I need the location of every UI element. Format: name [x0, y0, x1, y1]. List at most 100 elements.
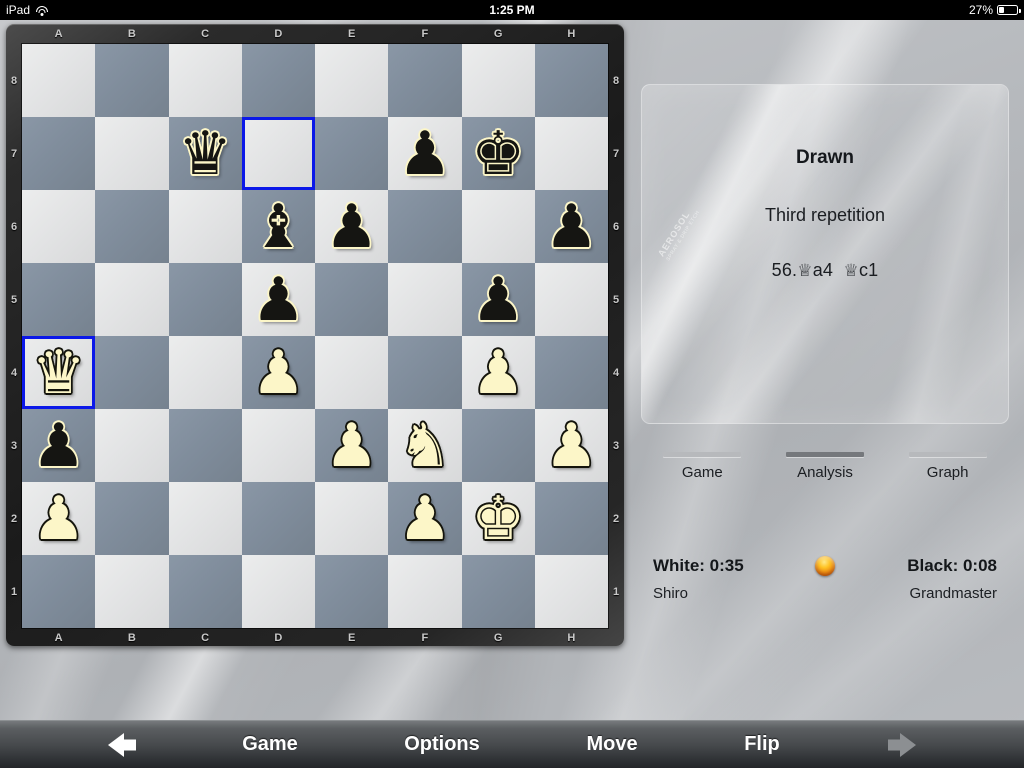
- toolbar-button-game[interactable]: Game: [200, 733, 340, 756]
- board-square-e5[interactable]: [315, 263, 389, 336]
- tab-analysis[interactable]: Analysis: [764, 452, 887, 492]
- board-square-c7[interactable]: ♛: [168, 117, 242, 190]
- board-square-g7[interactable]: ♚: [461, 117, 535, 190]
- board-square-a7[interactable]: [22, 117, 96, 190]
- board-square-b3[interactable]: [95, 409, 169, 482]
- board-square-d5[interactable]: ♟: [241, 263, 315, 336]
- piece-white-queen-a4[interactable]: ♛: [22, 336, 95, 409]
- board-square-e4[interactable]: [315, 336, 389, 409]
- board-square-a1[interactable]: [22, 555, 96, 628]
- board-square-a3[interactable]: ♟: [22, 409, 96, 482]
- board-square-a2[interactable]: ♟: [22, 482, 96, 555]
- board-square-c4[interactable]: [168, 336, 242, 409]
- board-square-e8[interactable]: [315, 44, 389, 117]
- board-square-c1[interactable]: [168, 555, 242, 628]
- piece-black-pawn-d5[interactable]: ♟: [242, 263, 315, 336]
- board-square-h7[interactable]: [534, 117, 608, 190]
- board-square-e3[interactable]: ♟: [315, 409, 389, 482]
- rank-label-5: 5: [10, 293, 18, 306]
- board-square-d8[interactable]: [241, 44, 315, 117]
- piece-black-pawn-e6[interactable]: ♟: [315, 190, 388, 263]
- board-square-h8[interactable]: [534, 44, 608, 117]
- board-square-a8[interactable]: [22, 44, 96, 117]
- panel-tabs[interactable]: Game Analysis Graph: [641, 452, 1009, 492]
- board-square-b2[interactable]: [95, 482, 169, 555]
- board-square-d6[interactable]: ♝: [241, 190, 315, 263]
- board-square-h1[interactable]: [534, 555, 608, 628]
- board-square-h2[interactable]: [534, 482, 608, 555]
- board-square-b8[interactable]: [95, 44, 169, 117]
- piece-white-knight-f3[interactable]: ♞: [388, 409, 461, 482]
- board-square-g6[interactable]: [461, 190, 535, 263]
- board-square-e6[interactable]: ♟: [315, 190, 389, 263]
- board-square-b6[interactable]: [95, 190, 169, 263]
- board-square-c5[interactable]: [168, 263, 242, 336]
- board-square-d7[interactable]: [241, 117, 316, 190]
- board-square-g4[interactable]: ♟: [461, 336, 535, 409]
- piece-white-pawn-e3[interactable]: ♟: [315, 409, 388, 482]
- piece-black-bishop-d6[interactable]: ♝: [242, 190, 315, 263]
- board-square-f6[interactable]: [388, 190, 462, 263]
- board-square-h5[interactable]: [534, 263, 608, 336]
- piece-black-king-g7[interactable]: ♚: [462, 117, 535, 190]
- chess-board-grid[interactable]: ♛ ♟ ♚ ♝ ♟ ♟ ♟ ♟ ♛ ♟ ♟ ♟ ♟ ♞ ♟ ♟ ♟ ♚: [22, 44, 608, 628]
- toolbar-button-options[interactable]: Options: [372, 733, 512, 756]
- board-square-c8[interactable]: [168, 44, 242, 117]
- bottom-toolbar: Game Options Move Flip: [0, 720, 1024, 768]
- board-square-c3[interactable]: [168, 409, 242, 482]
- rank-label-3: 3: [612, 439, 620, 452]
- tab-graph[interactable]: Graph: [886, 452, 1009, 492]
- board-square-g3[interactable]: [461, 409, 535, 482]
- board-square-d1[interactable]: [241, 555, 315, 628]
- arrow-right-stem[interactable]: [888, 739, 900, 750]
- board-square-b1[interactable]: [95, 555, 169, 628]
- toolbar-button-move[interactable]: Move: [542, 733, 682, 756]
- board-square-a4[interactable]: ♛: [22, 336, 96, 409]
- piece-white-pawn-g4[interactable]: ♟: [462, 336, 535, 409]
- piece-white-pawn-f2[interactable]: ♟: [388, 482, 461, 555]
- board-square-g8[interactable]: [461, 44, 535, 117]
- game-result-text: Drawn Third repetition 56.♕a4 ♕c1: [642, 147, 1008, 281]
- board-square-h4[interactable]: [534, 336, 608, 409]
- tab-game[interactable]: Game: [641, 452, 764, 492]
- board-square-a5[interactable]: [22, 263, 96, 336]
- board-square-c2[interactable]: [168, 482, 242, 555]
- board-square-g2[interactable]: ♚: [461, 482, 535, 555]
- board-square-c6[interactable]: [168, 190, 242, 263]
- piece-white-pawn-h3[interactable]: ♟: [535, 409, 608, 482]
- board-square-a6[interactable]: [22, 190, 96, 263]
- board-square-f2[interactable]: ♟: [388, 482, 462, 555]
- arrow-left-stem[interactable]: [124, 739, 136, 750]
- board-square-d2[interactable]: [241, 482, 315, 555]
- arrow-left-icon[interactable]: [108, 732, 124, 757]
- board-square-h6[interactable]: ♟: [534, 190, 608, 263]
- board-square-d4[interactable]: ♟: [241, 336, 315, 409]
- board-square-f5[interactable]: [388, 263, 462, 336]
- board-square-e1[interactable]: [315, 555, 389, 628]
- board-square-g5[interactable]: ♟: [461, 263, 535, 336]
- board-square-e2[interactable]: [315, 482, 389, 555]
- board-square-h3[interactable]: ♟: [534, 409, 608, 482]
- board-square-b5[interactable]: [95, 263, 169, 336]
- board-square-f3[interactable]: ♞: [388, 409, 462, 482]
- piece-black-queen-c7[interactable]: ♛: [169, 117, 242, 190]
- board-square-b7[interactable]: [95, 117, 169, 190]
- board-square-f7[interactable]: ♟: [388, 117, 462, 190]
- piece-white-pawn-d4[interactable]: ♟: [242, 336, 315, 409]
- board-square-g1[interactable]: [461, 555, 535, 628]
- toolbar-button-flip[interactable]: Flip: [692, 733, 832, 756]
- piece-black-pawn-f7[interactable]: ♟: [388, 117, 461, 190]
- board-square-e7[interactable]: [315, 117, 389, 190]
- piece-black-pawn-a3[interactable]: ♟: [22, 409, 95, 482]
- piece-white-king-g2[interactable]: ♚: [462, 482, 535, 555]
- chess-board[interactable]: ♛ ♟ ♚ ♝ ♟ ♟ ♟ ♟ ♛ ♟ ♟ ♟ ♟ ♞ ♟ ♟ ♟ ♚: [22, 44, 608, 628]
- piece-black-pawn-h6[interactable]: ♟: [535, 190, 608, 263]
- board-square-f8[interactable]: [388, 44, 462, 117]
- board-square-d3[interactable]: [241, 409, 315, 482]
- board-square-f4[interactable]: [388, 336, 462, 409]
- arrow-right-icon[interactable]: [900, 732, 916, 757]
- piece-white-pawn-a2[interactable]: ♟: [22, 482, 95, 555]
- board-square-b4[interactable]: [95, 336, 169, 409]
- board-square-f1[interactable]: [388, 555, 462, 628]
- piece-black-pawn-g5[interactable]: ♟: [462, 263, 535, 336]
